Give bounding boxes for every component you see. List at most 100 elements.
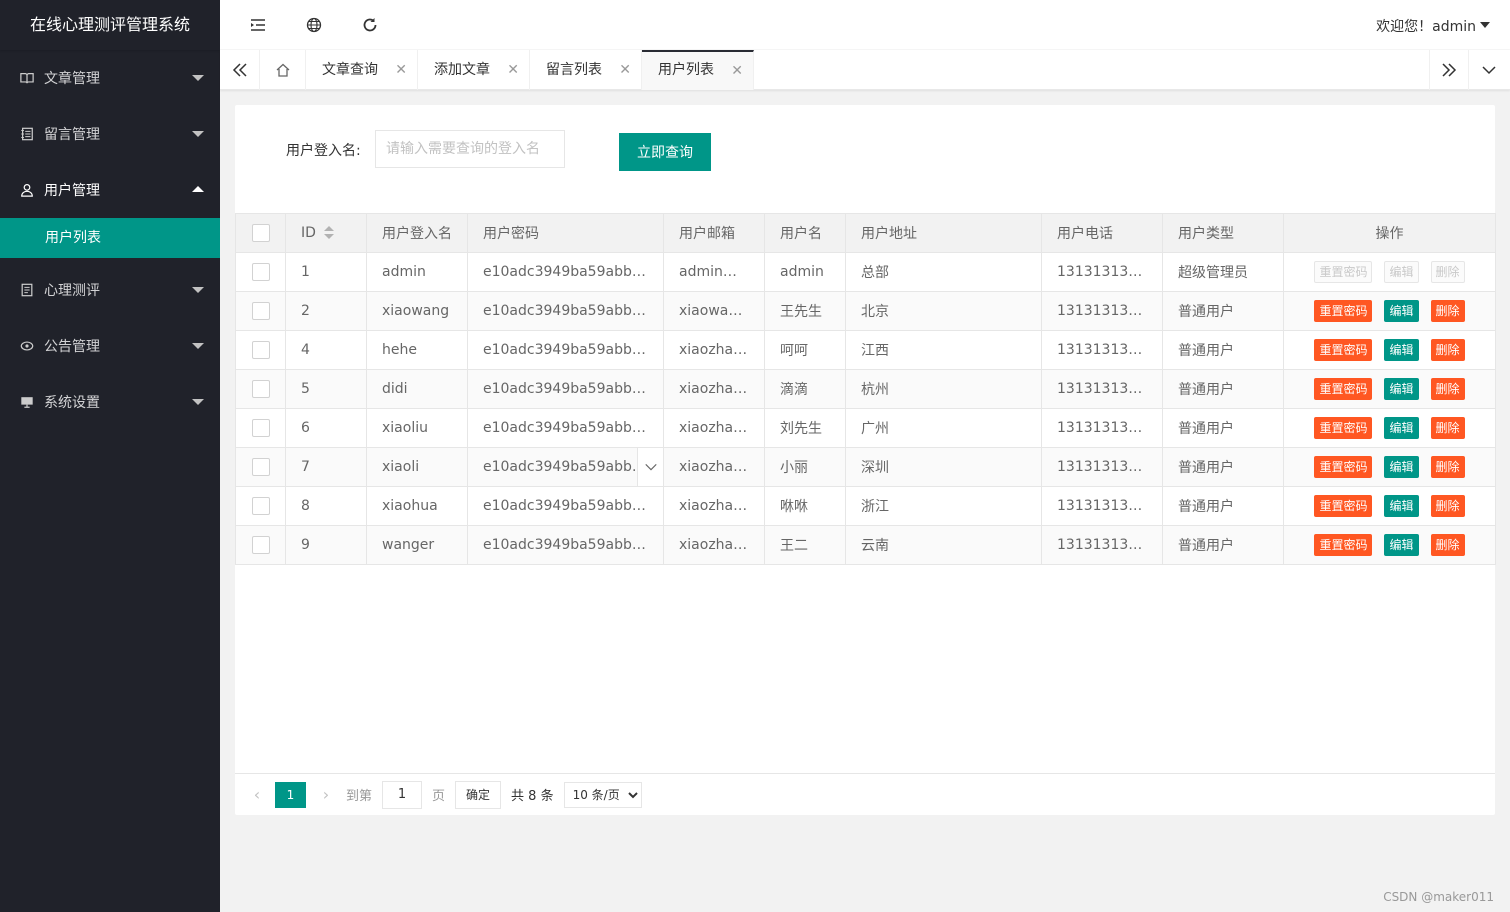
goto-page-input[interactable]: [382, 780, 423, 809]
table-row: 9wangere10adc3949ba59abbe56e057f20f883ex…: [235, 525, 1496, 565]
tabs-menu-chevron-down-icon[interactable]: [1469, 50, 1509, 90]
delete-button[interactable]: 删除: [1430, 417, 1465, 439]
cell-id: 9: [285, 525, 367, 565]
sidebar-item-assessment[interactable]: 心理测评: [0, 262, 220, 318]
reset-password-button[interactable]: 重置密码: [1314, 495, 1373, 517]
search-button[interactable]: 立即查询: [619, 133, 711, 171]
sidebar-subitem-user-list[interactable]: 用户列表: [0, 218, 220, 258]
edit-button[interactable]: 编辑: [1384, 300, 1419, 322]
tab-message-list[interactable]: 留言列表 ✕: [530, 50, 642, 90]
delete-button[interactable]: 删除: [1430, 534, 1465, 556]
reset-password-button[interactable]: 重置密码: [1314, 378, 1373, 400]
edit-button[interactable]: 编辑: [1384, 378, 1419, 400]
sort-icon[interactable]: [323, 226, 334, 240]
tab-user-list[interactable]: 用户列表 ✕: [642, 50, 754, 90]
cell-name: 滴滴: [764, 369, 846, 409]
sidebar-item-announcements[interactable]: 公告管理: [0, 318, 220, 374]
close-icon[interactable]: ✕: [619, 50, 631, 90]
cell-address: 浙江: [845, 486, 1042, 526]
table-body: 1admine10adc3949ba59abbe56e057f20f883ead…: [235, 252, 1496, 565]
tabs-scroll-left-icon[interactable]: [220, 50, 260, 90]
globe-icon[interactable]: [305, 16, 323, 34]
row-checkbox[interactable]: [251, 302, 270, 320]
reset-password-button[interactable]: 重置密码: [1314, 417, 1373, 439]
tab-label: 文章查询: [322, 62, 378, 78]
next-page-icon[interactable]: ›: [316, 785, 336, 804]
row-checkbox[interactable]: [251, 263, 270, 281]
cell-expand-chevron-down-icon[interactable]: [637, 448, 663, 486]
edit-button[interactable]: 编辑: [1384, 417, 1419, 439]
user-greeting[interactable]: 欢迎您！admin: [1376, 16, 1476, 36]
edit-button[interactable]: 编辑: [1384, 339, 1419, 361]
chevron-down-icon: [192, 131, 204, 137]
edit-button[interactable]: 编辑: [1384, 534, 1419, 556]
row-select-cell[interactable]: [235, 408, 286, 448]
home-icon[interactable]: [260, 50, 306, 90]
column-header-password: 用户密码: [467, 213, 664, 253]
delete-button[interactable]: 删除: [1430, 378, 1465, 400]
page-size-select[interactable]: 10 条/页: [563, 781, 642, 808]
row-checkbox[interactable]: [251, 497, 270, 515]
row-select-cell[interactable]: [235, 252, 286, 292]
row-select-cell[interactable]: [235, 369, 286, 409]
row-select-cell[interactable]: [235, 525, 286, 565]
reset-password-button[interactable]: 重置密码: [1314, 300, 1373, 322]
cell-actions: 重置密码 编辑 删除: [1283, 369, 1496, 409]
prev-page-icon[interactable]: ‹: [247, 785, 267, 804]
tab-article-query[interactable]: 文章查询 ✕: [306, 50, 418, 90]
sidebar-item-messages[interactable]: 留言管理: [0, 106, 220, 162]
row-select-cell[interactable]: [235, 486, 286, 526]
cell-phone: 13131313311: [1041, 369, 1163, 409]
edit-button[interactable]: 编辑: [1384, 456, 1419, 478]
close-icon[interactable]: ✕: [731, 52, 743, 90]
delete-button[interactable]: 删除: [1430, 495, 1465, 517]
cell-phone: 13131313311: [1041, 486, 1163, 526]
sidebar-item-label: 公告管理: [44, 339, 100, 355]
delete-button: 删除: [1430, 261, 1465, 283]
row-checkbox[interactable]: [251, 458, 270, 476]
row-select-cell[interactable]: [235, 291, 286, 331]
chevron-down-icon[interactable]: [1480, 22, 1490, 28]
delete-button[interactable]: 删除: [1430, 339, 1465, 361]
row-checkbox[interactable]: [251, 419, 270, 437]
edit-button[interactable]: 编辑: [1384, 495, 1419, 517]
reset-password-button[interactable]: 重置密码: [1314, 456, 1373, 478]
row-select-cell[interactable]: [235, 330, 286, 370]
reset-password-button[interactable]: 重置密码: [1314, 534, 1373, 556]
cell-type: 普通用户: [1162, 447, 1284, 487]
select-all-header[interactable]: [235, 213, 286, 253]
cell-id: 6: [285, 408, 367, 448]
current-page[interactable]: 1: [275, 781, 306, 808]
tabs-scroll-right-icon[interactable]: [1429, 50, 1469, 90]
search-label: 用户登入名:: [286, 143, 361, 159]
menu-fold-icon[interactable]: [249, 16, 267, 34]
close-icon[interactable]: ✕: [507, 50, 519, 90]
select-all-checkbox[interactable]: [251, 224, 270, 242]
sidebar-item-settings[interactable]: 系统设置: [0, 374, 220, 430]
login-name-search-input[interactable]: [375, 130, 565, 168]
reset-password-button[interactable]: 重置密码: [1314, 339, 1373, 361]
sidebar-item-articles[interactable]: 文章管理: [0, 50, 220, 106]
sidebar-item-users[interactable]: 用户管理: [0, 162, 220, 218]
column-header-type: 用户类型: [1162, 213, 1284, 253]
table-header-row: ID 用户登入名 用户密码 用户邮箱 用户名 用户地址 用户电话 用户类型 操作: [235, 213, 1496, 253]
tab-add-article[interactable]: 添加文章 ✕: [418, 50, 530, 90]
tab-label: 用户列表: [658, 62, 714, 78]
row-select-cell[interactable]: [235, 447, 286, 487]
close-icon[interactable]: ✕: [395, 50, 407, 90]
delete-button[interactable]: 删除: [1430, 456, 1465, 478]
row-checkbox[interactable]: [251, 380, 270, 398]
delete-button[interactable]: 删除: [1430, 300, 1465, 322]
goto-confirm-button[interactable]: 确定: [455, 780, 502, 809]
row-checkbox[interactable]: [251, 341, 270, 359]
sidebar-item-label: 文章管理: [44, 71, 100, 87]
refresh-icon[interactable]: [361, 16, 379, 34]
cell-type: 普通用户: [1162, 486, 1284, 526]
column-header-id[interactable]: ID: [285, 213, 367, 253]
cell-login: didi: [366, 369, 468, 409]
cell-phone: 13131313311: [1041, 447, 1163, 487]
cell-password: e10adc3949ba59abbe56e057f20f883e: [467, 447, 664, 487]
watermark: CSDN @maker011: [1383, 890, 1494, 904]
cell-phone: 13131313311: [1041, 408, 1163, 448]
row-checkbox[interactable]: [251, 536, 270, 554]
